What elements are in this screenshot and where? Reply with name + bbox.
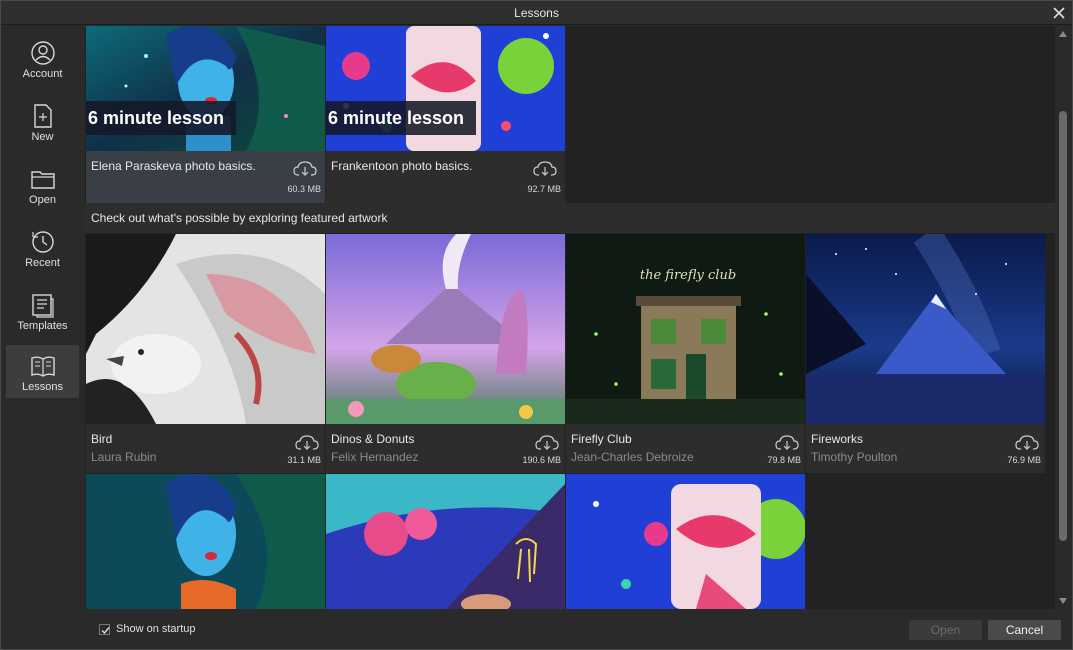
sidebar-item-recent[interactable]: Recent [6,221,79,274]
sidebar-item-label: Templates [17,320,68,332]
featured-thumbnail[interactable] [566,474,805,609]
featured-meta: Dinos & Donuts Felix Hernandez 190.6 MB [326,424,565,473]
download-icon[interactable] [295,434,319,452]
lesson-thumbnail[interactable]: 6 minute lesson [326,26,565,151]
featured-author: Jean-Charles Debroize [571,450,694,464]
close-icon[interactable] [1050,4,1068,22]
lesson-duration-badge: 6 minute lesson [86,101,237,135]
featured-thumbnail[interactable] [86,234,325,424]
lesson-duration-badge: 6 minute lesson [326,101,477,135]
sidebar-item-templates[interactable]: Templates [6,284,79,337]
title-bar: Lessons [1,1,1072,25]
sidebar-item-open[interactable]: Open [6,158,79,211]
lesson-title: Elena Paraskeva photo basics. [91,159,256,173]
show-on-startup-label[interactable]: Show on startup [116,623,196,635]
featured-meta: Bird Laura Rubin 31.1 MB [86,424,325,473]
sidebar-item-label: New [31,131,54,143]
cancel-button[interactable]: Cancel [988,620,1061,640]
sidebar-item-new[interactable]: New [6,95,79,148]
firefly-sign: the firefly club [640,268,736,283]
scroll-thumb[interactable] [1059,111,1067,541]
account-icon [31,41,55,65]
featured-thumbnail[interactable] [86,474,325,609]
featured-size: 79.8 MB [767,455,801,465]
featured-heading: Check out what's possible by exploring f… [85,203,1055,233]
featured-meta: Fireworks Timothy Poulton 76.9 MB [806,424,1045,473]
featured-thumbnail[interactable] [326,474,565,609]
download-icon[interactable] [1015,434,1039,452]
sidebar-item-label: Lessons [22,381,63,393]
download-icon[interactable] [293,160,317,178]
lessons-window: Lessons Account New Open Recent Template… [0,0,1073,650]
featured-author: Laura Rubin [91,450,157,464]
lesson-thumbnail[interactable]: 6 minute lesson [86,26,325,151]
featured-thumbnail[interactable]: the firefly club [566,234,805,424]
checkmark-icon [101,627,110,635]
featured-author: Timothy Poulton [811,450,898,464]
lesson-meta: Elena Paraskeva photo basics. 60.3 MB [86,151,325,203]
lesson-meta: Frankentoon photo basics. 92.7 MB [326,151,565,203]
featured-title: Bird [91,432,113,446]
sidebar-item-label: Open [29,194,56,206]
download-icon[interactable] [535,434,559,452]
book-icon [31,356,55,377]
lessons-panel: 6 minute lesson Elena Paraskeva photo ba… [85,26,1055,609]
lesson-title: Frankentoon photo basics. [331,159,473,173]
download-icon[interactable] [775,434,799,452]
sidebar-item-account[interactable]: Account [6,32,79,85]
templates-icon [32,294,54,318]
featured-title: Fireworks [811,432,864,446]
featured-size: 76.9 MB [1007,455,1041,465]
sidebar-item-label: Account [22,68,63,80]
featured-meta: Firefly Club Jean-Charles Debroize 79.8 … [566,424,805,473]
featured-title: Dinos & Donuts [331,432,415,446]
featured-thumbnail[interactable] [326,234,565,424]
folder-icon [31,171,55,189]
vertical-scrollbar[interactable] [1055,26,1072,609]
featured-size: 190.6 MB [522,455,561,465]
scroll-down-icon[interactable] [1059,598,1067,604]
sidebar: Account New Open Recent Templates Lesson… [1,26,85,649]
window-title: Lessons [514,6,559,20]
open-button[interactable]: Open [909,620,982,640]
show-on-startup-checkbox[interactable] [99,624,110,635]
featured-title: Firefly Club [571,432,632,446]
footer-bar: Show on startup Open Cancel [85,609,1072,649]
lesson-size: 92.7 MB [527,184,561,194]
sidebar-item-label: Recent [25,257,60,269]
scroll-up-icon[interactable] [1059,31,1067,37]
featured-thumbnail[interactable] [806,234,1045,424]
lesson-size: 60.3 MB [287,184,321,194]
featured-size: 31.1 MB [287,455,321,465]
clock-icon [32,231,54,253]
new-document-icon [34,104,52,128]
download-icon[interactable] [533,160,557,178]
featured-author: Felix Hernandez [331,450,419,464]
sidebar-item-lessons[interactable]: Lessons [6,345,79,398]
